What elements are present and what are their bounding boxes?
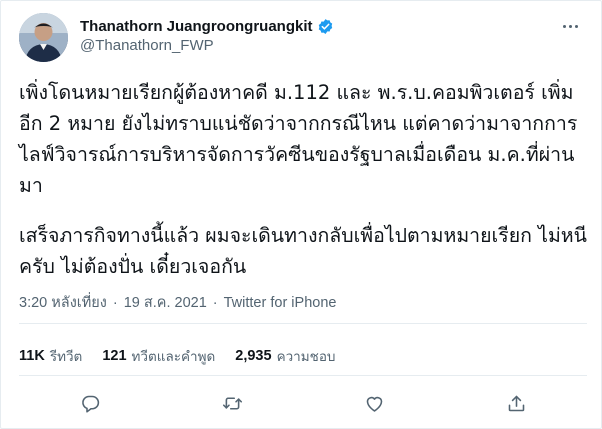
meta-separator: · — [212, 294, 218, 311]
retweets-count: 11K — [19, 348, 45, 364]
tweet-source[interactable]: Twitter for iPhone — [224, 295, 337, 311]
like-button[interactable] — [356, 385, 392, 421]
tweet-metadata: 3:20 หลังเที่ยง · 19 ส.ค. 2021 · Twitter… — [19, 291, 336, 314]
tweet-header: Thanathorn Juangroongruangkit @Thanathor… — [19, 13, 587, 63]
tweet-actions — [19, 385, 587, 421]
likes-count: 2,935 — [235, 348, 272, 364]
avatar[interactable] — [19, 13, 68, 62]
likes-stat[interactable]: 2,935 ความชอบ — [235, 345, 335, 367]
author-info: Thanathorn Juangroongruangkit @Thanathor… — [80, 13, 334, 54]
tweet-date[interactable]: 19 ส.ค. 2021 — [124, 291, 207, 314]
heart-icon — [366, 396, 382, 412]
quotes-label: ทวีตและคำพูด — [131, 349, 216, 365]
reply-icon — [81, 395, 99, 413]
author-name-row: Thanathorn Juangroongruangkit — [80, 18, 334, 35]
share-button[interactable] — [498, 385, 534, 421]
verified-badge-icon — [318, 19, 332, 34]
likes-label: ความชอบ — [276, 349, 336, 365]
retweet-button[interactable] — [214, 385, 250, 421]
retweets-stat[interactable]: 11K รีทวีต — [19, 345, 82, 367]
more-options-icon[interactable] — [559, 17, 581, 35]
tweet-text: เพิ่งโดนหมายเรียกผู้ต้องหาคดี ม.112 และ … — [19, 77, 589, 282]
tweet-paragraph-1: เพิ่งโดนหมายเรียกผู้ต้องหาคดี ม.112 และ … — [19, 81, 578, 197]
quotes-count: 121 — [102, 348, 127, 364]
divider — [19, 323, 587, 324]
divider — [19, 375, 587, 376]
tweet-card: Thanathorn Juangroongruangkit @Thanathor… — [0, 0, 602, 429]
tweet-stats: 11K รีทวีต 121 ทวีตและคำพูด 2,935 ความชอ… — [19, 345, 356, 367]
tweet-time[interactable]: 3:20 หลังเที่ยง — [19, 291, 107, 314]
retweets-label: รีทวีต — [49, 349, 83, 365]
author-display-name[interactable]: Thanathorn Juangroongruangkit — [80, 18, 313, 35]
author-handle[interactable]: @Thanathorn_FWP — [80, 37, 334, 54]
share-icon — [508, 395, 524, 411]
meta-separator: · — [112, 294, 118, 311]
tweet-paragraph-2: เสร็จภารกิจทางนี้แล้ว ผมจะเดินทางกลับเพื… — [19, 224, 587, 278]
quotes-stat[interactable]: 121 ทวีตและคำพูด — [102, 345, 215, 367]
retweet-icon — [222, 396, 242, 410]
reply-button[interactable] — [72, 385, 108, 421]
